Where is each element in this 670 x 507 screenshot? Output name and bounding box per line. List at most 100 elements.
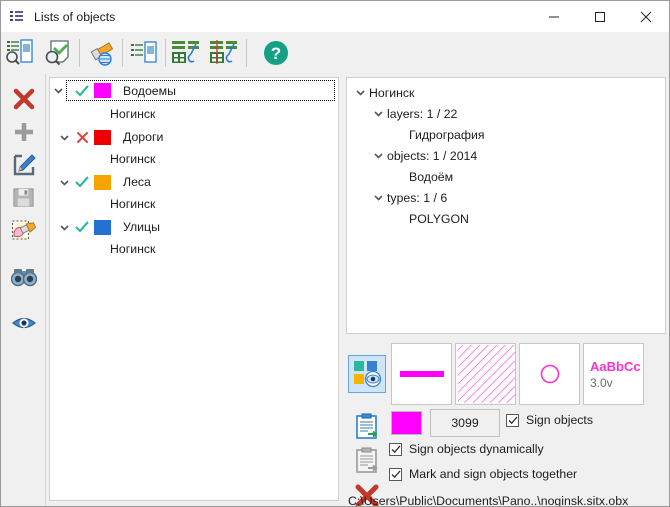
tree-child-0[interactable]: Ногинск: [50, 103, 338, 126]
tree-row-0[interactable]: Водоемы: [66, 80, 335, 101]
help-button[interactable]: ?: [257, 35, 295, 71]
search-map-button[interactable]: [39, 35, 77, 71]
object-lists-tree[interactable]: Водоемы Ногинск Дороги Ногинск Леса Ноги…: [49, 77, 339, 501]
chevron-down-icon: [59, 134, 69, 141]
expand-toggle-2[interactable]: [56, 177, 72, 188]
details-root-row[interactable]: Ногинск: [347, 82, 665, 103]
details-group-value-2[interactable]: POLYGON: [347, 208, 665, 229]
tree-child-2[interactable]: Ногинск: [50, 193, 338, 216]
maximize-icon: [595, 11, 605, 22]
binoculars-button[interactable]: [6, 261, 42, 294]
list-properties-button[interactable]: [125, 35, 163, 71]
edit-button[interactable]: [6, 148, 42, 181]
sign-objects-dynamically-checkbox[interactable]: Sign objects dynamically: [389, 442, 544, 456]
left-toolbar: [2, 74, 46, 506]
details-group-value-1[interactable]: Водоём: [347, 166, 665, 187]
visibility-button[interactable]: [6, 306, 42, 339]
layer-color-swatch-1[interactable]: [94, 129, 111, 145]
svg-text:?: ?: [271, 44, 281, 63]
font-style-preview[interactable]: AaBbCc 3.0v: [583, 343, 644, 405]
select-area-button[interactable]: [6, 214, 42, 247]
copy-style-button[interactable]: [348, 409, 386, 443]
window-title: Lists of objects: [34, 9, 116, 24]
layer-color-swatch-3[interactable]: [94, 219, 111, 235]
style-panel: AaBbCc 3.0v 3099 Sign objects Sign objec…: [346, 341, 666, 506]
tree-row-label-1: Дороги: [123, 130, 164, 144]
details-group-row-1[interactable]: objects: 1 / 2014: [347, 145, 665, 166]
object-count-field[interactable]: 3099: [430, 409, 500, 437]
toolbar-separator: [122, 39, 123, 67]
details-group-label-2: types: 1 / 6: [387, 190, 448, 205]
status-check-icon-3[interactable]: [72, 221, 92, 233]
legend-button[interactable]: [348, 355, 386, 393]
checkmark-icon: [508, 416, 517, 424]
marker-style-preview[interactable]: [519, 343, 580, 405]
hatch-sample: [458, 345, 515, 403]
object-color-swatch[interactable]: [391, 411, 422, 435]
maximize-button[interactable]: [577, 1, 623, 32]
delete-button[interactable]: [6, 82, 42, 115]
details-value-label-1: Водоём: [409, 169, 454, 184]
expand-toggle-0[interactable]: [50, 85, 66, 96]
chevron-down-icon: [373, 153, 383, 159]
expand-toggle-objects[interactable]: [369, 150, 387, 161]
chevron-down-icon: [355, 90, 365, 96]
layer-color-swatch-0[interactable]: [94, 83, 111, 98]
add-button[interactable]: [6, 115, 42, 148]
table-remove-icon: [210, 40, 237, 64]
details-group-value-0[interactable]: Гидрография: [347, 124, 665, 145]
sign-objects-checkbox[interactable]: Sign objects: [506, 413, 593, 427]
save-button[interactable]: [6, 181, 42, 214]
tree-row-1[interactable]: Дороги: [50, 126, 338, 148]
details-group-label-0: layers: 1 / 22: [387, 106, 458, 121]
fill-style-preview[interactable]: [455, 343, 516, 405]
tree-row-2[interactable]: Леса: [50, 171, 338, 193]
expand-toggle-1[interactable]: [56, 132, 72, 143]
remove-selection-button[interactable]: [206, 35, 244, 71]
details-group-row-0[interactable]: layers: 1 / 22: [347, 103, 665, 124]
details-group-row-2[interactable]: types: 1 / 6: [347, 187, 665, 208]
pencil-edit-icon: [13, 153, 36, 175]
mark-and-sign-together-label: Mark and sign objects together: [409, 467, 578, 481]
file-path-status: C:\Users\Public\Documents\Pano..\noginsk…: [348, 489, 664, 507]
red-cross-icon: [13, 88, 34, 109]
expand-toggle-types[interactable]: [369, 192, 387, 203]
binoculars-icon: [10, 268, 37, 286]
find-list-button[interactable]: [1, 35, 39, 71]
check-icon: [75, 84, 89, 97]
expand-toggle-3[interactable]: [56, 222, 72, 233]
tree-row-label-2: Леса: [123, 175, 151, 189]
close-button[interactable]: [623, 1, 669, 32]
chevron-down-icon: [373, 195, 383, 201]
layer-color-swatch-2[interactable]: [94, 174, 111, 190]
clipboard-in-icon: [355, 413, 378, 439]
minimize-button[interactable]: [531, 1, 577, 32]
font-version-text: 3.0v: [590, 375, 613, 390]
close-icon: [640, 11, 652, 22]
status-check-icon-0[interactable]: [72, 84, 92, 97]
expand-toggle-layers[interactable]: [369, 108, 387, 119]
line-style-preview[interactable]: [391, 343, 452, 405]
flashlight-icon: [90, 42, 114, 66]
paste-style-button[interactable]: [348, 443, 386, 477]
status-check-icon-2[interactable]: [72, 176, 92, 188]
checkbox-box: [506, 413, 519, 427]
details-group-label-1: objects: 1 / 2014: [387, 148, 478, 163]
details-root-label: Ногинск: [369, 85, 415, 100]
add-selection-button[interactable]: [168, 35, 206, 71]
mark-and-sign-together-checkbox[interactable]: Mark and sign objects together: [389, 467, 577, 481]
expand-toggle-root[interactable]: [351, 87, 369, 98]
tree-child-1[interactable]: Ногинск: [50, 148, 338, 171]
eye-icon: [11, 317, 36, 328]
table-add-icon: [172, 41, 199, 63]
object-details-tree[interactable]: Ногинск layers: 1 / 22 Гидрография objec…: [346, 77, 666, 334]
area-select-icon: [11, 220, 36, 239]
tree-child-3[interactable]: Ногинск: [50, 238, 338, 261]
list-search-icon: [6, 39, 33, 65]
checkbox-box: [389, 442, 402, 456]
highlight-button[interactable]: [82, 35, 120, 71]
status-cross-icon-1[interactable]: [72, 131, 92, 144]
legend-icon: [354, 361, 382, 388]
circle-marker-sample: [540, 364, 559, 384]
tree-row-3[interactable]: Улицы: [50, 216, 338, 238]
